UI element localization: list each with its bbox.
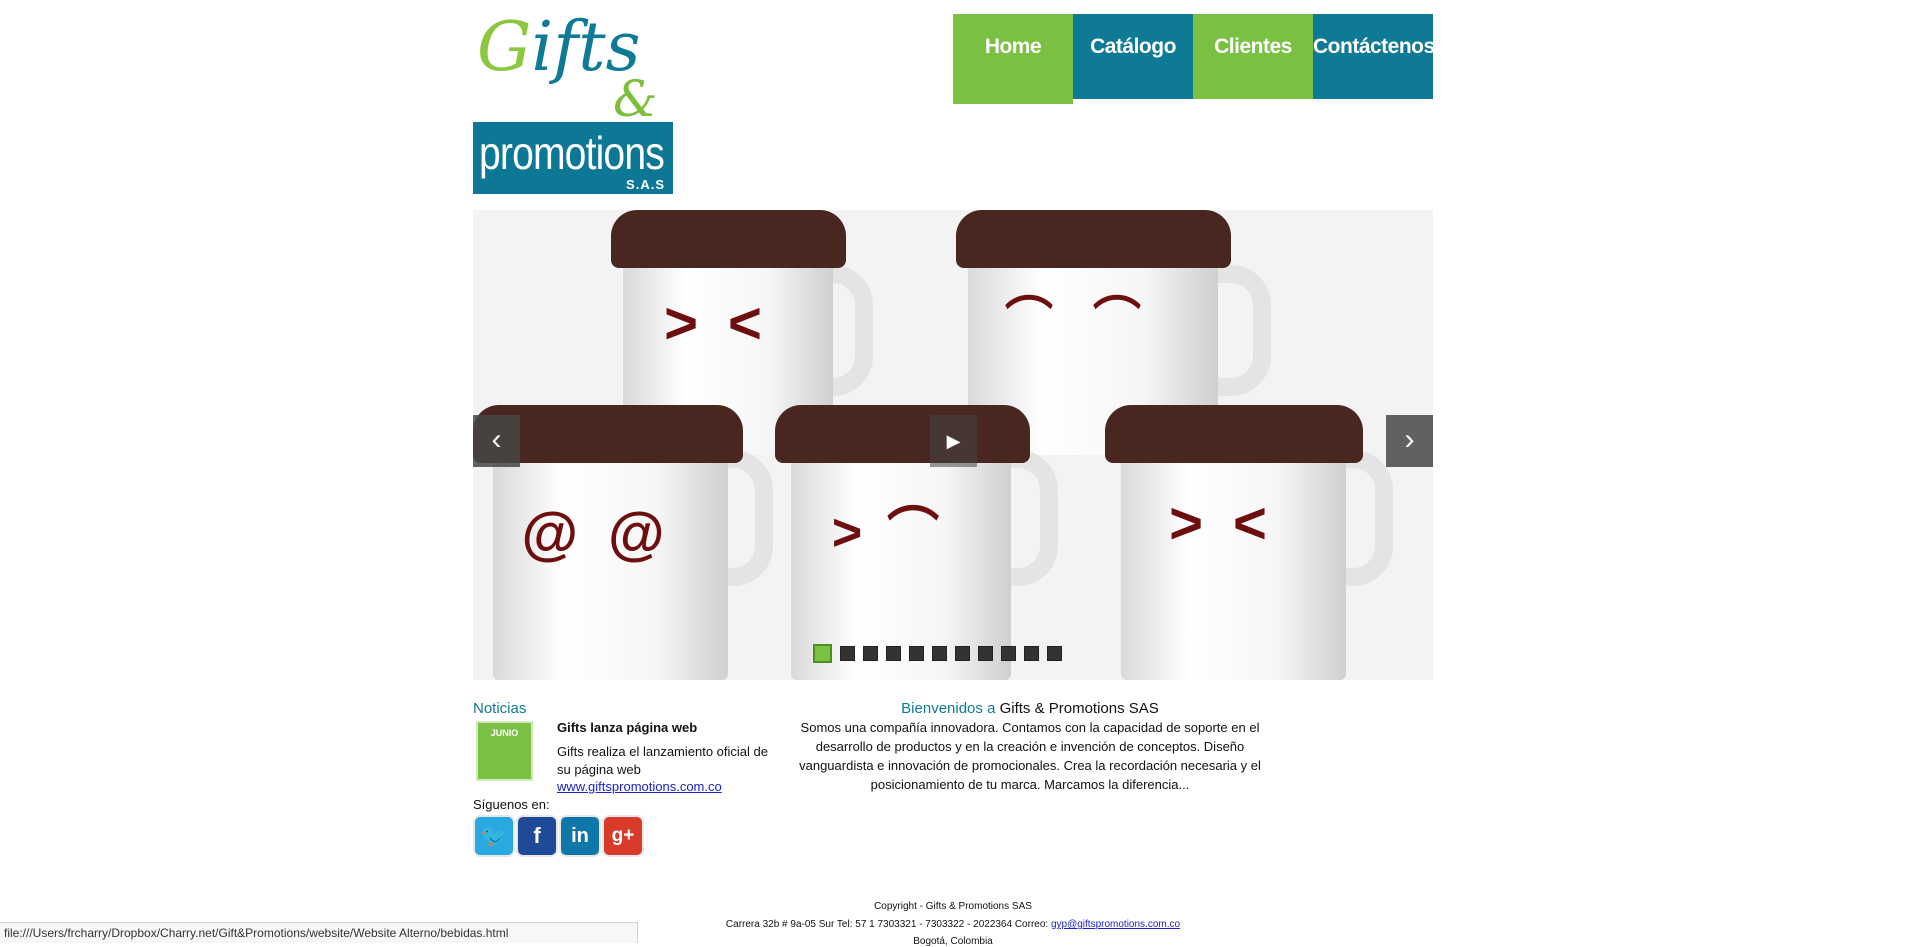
slider-dot[interactable] [863,646,878,661]
logo-ampersand: & [613,70,658,128]
slider-play-button[interactable]: ▶ [930,415,977,467]
mug-face: ⌒⌒ [1004,294,1181,347]
slider-dot[interactable] [1047,646,1062,661]
slider-next-button[interactable]: › [1386,415,1433,467]
mug-face: >< [1169,491,1297,556]
news-headline: Gifts lanza página web [557,720,698,735]
slider-dot[interactable] [932,646,947,661]
logo-box: promotions S.A.S [473,122,673,194]
main-nav: Home Catálogo Clientes Contáctenos [953,14,1435,104]
twitter-icon[interactable]: 🐦 [475,817,513,855]
news-body: Gifts realiza el lanzamiento oficial de … [557,744,768,777]
follow-label: Síguenos en: [473,797,550,812]
slider-dot[interactable] [886,646,901,661]
browser-status-bar: file:///Users/frcharry/Dropbox/Charry.ne… [0,922,638,943]
social-links: 🐦 f in g+ [475,817,642,855]
site-logo[interactable]: Gifts & promotions S.A.S [473,10,678,195]
welcome-company: Gifts & Promotions SAS [999,700,1159,717]
facebook-icon[interactable]: f [518,817,556,855]
page-container: Gifts & promotions S.A.S Home Catálogo C… [473,0,1435,947]
slider-dot[interactable] [840,646,855,661]
mug-face: @@ [521,501,695,566]
image-slider: >< ⌒⌒ @@ >⌒ >< ‹ ▶ › [473,210,1433,680]
slider-dot[interactable] [978,646,993,661]
welcome-heading: Bienvenidos a Gifts & Promotions SAS [790,700,1270,717]
slider-dot[interactable] [955,646,970,661]
news-date-badge: JUNIO [476,721,533,781]
mug-lid [956,210,1231,268]
news-title: Noticias [473,700,527,717]
mug-lid [1105,405,1363,463]
slider-dot[interactable] [1024,646,1039,661]
logo-suffix: S.A.S [626,177,665,192]
mug-face: >< [664,291,792,356]
mug-face: >⌒ [831,504,965,562]
logo-word: promotions [479,127,665,179]
footer-address-text: Carrera 32b # 9a-05 Sur Tel: 57 1 730332… [725,919,1049,930]
welcome-lead: Bienvenidos a [901,700,996,717]
footer-copyright: Copyright - Gifts & Promotions SAS [874,901,1032,912]
footer-email-link[interactable]: gyp@giftspromotions.com.co [1051,919,1180,930]
mug-handle [1211,265,1271,396]
welcome-body: Somos una compañía innovadora. Contamos … [799,720,1261,792]
slider-dot[interactable] [909,646,924,661]
mug-lid [611,210,846,268]
slider-dot[interactable] [1001,646,1016,661]
nav-contactenos[interactable]: Contáctenos [1313,14,1435,99]
linkedin-icon[interactable]: in [561,817,599,855]
nav-catalogo[interactable]: Catálogo [1073,14,1193,99]
slider-dot[interactable] [813,644,832,663]
news-link[interactable]: www.giftspromotions.com.co [557,779,722,794]
slider-pagination [813,644,1062,663]
mug [1121,440,1346,680]
slider-prev-button[interactable]: ‹ [473,415,520,467]
googleplus-icon[interactable]: g+ [604,817,642,855]
mug-lid [775,405,1030,463]
nav-home[interactable]: Home [953,14,1073,104]
nav-clientes[interactable]: Clientes [1193,14,1313,99]
